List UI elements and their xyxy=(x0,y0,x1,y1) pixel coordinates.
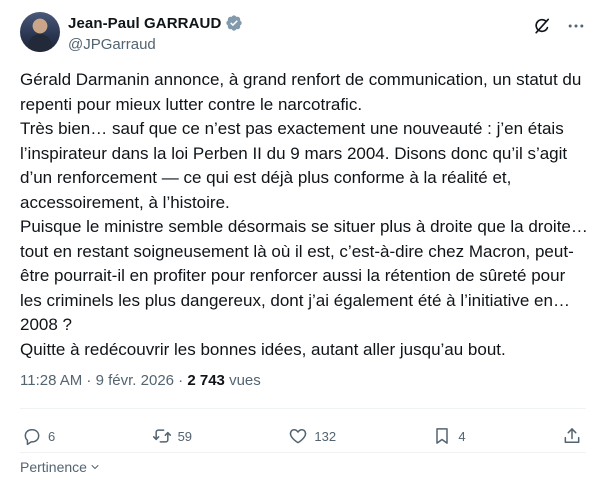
author-display-name[interactable]: Jean-Paul GARRAUD xyxy=(68,15,221,32)
tweet-time[interactable]: 11:28 AM xyxy=(20,372,82,389)
chevron-down-icon xyxy=(91,465,99,469)
bookmark-count: 4 xyxy=(458,428,466,444)
like-icon xyxy=(290,429,307,444)
top-actions xyxy=(532,16,586,36)
display-name-row: Jean-Paul GARRAUD xyxy=(68,14,243,32)
reply-icon xyxy=(24,429,40,446)
meta-separator: · xyxy=(174,372,188,389)
tweet-paragraph: Très bien… sauf que ce n’est pas exactem… xyxy=(20,119,568,212)
meta-separator: · xyxy=(82,372,96,389)
bookmark-button[interactable]: 4 xyxy=(432,426,466,446)
like-count: 132 xyxy=(314,428,337,444)
share-button[interactable] xyxy=(562,426,582,446)
like-button[interactable]: 132 xyxy=(288,426,336,446)
tweet-paragraph: Quitte à redécouvrir les bonnes idées, a… xyxy=(20,339,506,359)
action-bar: 6 59 132 4 xyxy=(22,424,582,448)
repost-count: 59 xyxy=(177,428,193,444)
views-count: 2 743 xyxy=(187,372,225,389)
avatar[interactable] xyxy=(20,12,60,52)
repost-button[interactable]: 59 xyxy=(152,426,192,446)
share-icon xyxy=(564,428,580,443)
tweet-header: Jean-Paul GARRAUD @JPGarraud xyxy=(20,12,586,60)
more-icon[interactable] xyxy=(566,16,586,36)
tweet-meta: 11:28 AM · 9 févr. 2026 · 2 743 vues xyxy=(20,372,261,389)
divider xyxy=(20,452,586,453)
author-handle[interactable]: @JPGarraud xyxy=(68,36,243,53)
divider xyxy=(20,408,586,409)
author-names: Jean-Paul GARRAUD @JPGarraud xyxy=(68,14,243,53)
tweet-paragraph: Gérald Darmanin annonce, à grand renfort… xyxy=(20,70,582,114)
verified-badge-icon[interactable] xyxy=(225,14,243,32)
reply-count: 6 xyxy=(48,428,56,444)
repost-icon xyxy=(152,429,171,443)
reply-button[interactable]: 6 xyxy=(22,426,55,446)
reply-sort-dropdown[interactable]: Pertinence xyxy=(20,459,101,475)
grok-icon[interactable] xyxy=(532,16,552,36)
tweet-card: Jean-Paul GARRAUD @JPGarraud Gérald Darm… xyxy=(0,0,602,486)
tweet-paragraph: Puisque le ministre semble désormais se … xyxy=(20,217,588,334)
reply-sort-label: Pertinence xyxy=(20,459,87,475)
views-label: vues xyxy=(224,372,261,389)
tweet-date[interactable]: 9 févr. 2026 xyxy=(96,372,174,389)
tweet-text: Gérald Darmanin annonce, à grand renfort… xyxy=(20,68,590,362)
bookmark-icon xyxy=(436,428,449,444)
